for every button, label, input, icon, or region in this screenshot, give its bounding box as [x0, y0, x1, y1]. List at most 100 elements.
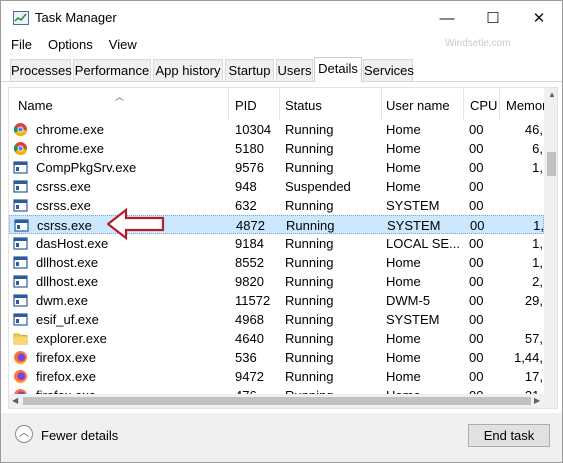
window-icon	[13, 160, 28, 175]
cell-name: dwm.exe	[36, 293, 89, 308]
cell-pid: 4968	[235, 312, 264, 327]
cell-user: Home	[386, 141, 421, 156]
window-icon	[13, 236, 28, 251]
cell-cpu: 00	[469, 369, 484, 384]
cell-pid: 632	[235, 198, 257, 213]
cell-cpu: 00	[469, 141, 484, 156]
cell-status: Running	[285, 331, 334, 346]
cell-status: Running	[285, 274, 334, 289]
cell-status: Running	[285, 236, 334, 251]
cell-mem: 1,	[532, 160, 543, 175]
vertical-scrollbar[interactable]: ▲	[544, 88, 557, 394]
folder-icon	[13, 331, 28, 346]
cell-pid: 9820	[235, 274, 264, 289]
cell-pid: 10304	[235, 122, 272, 137]
footer-bar: ︿ Fewer details End task	[1, 413, 562, 462]
watermark: Windsetle.com	[445, 38, 511, 49]
table-row[interactable]: explorer.exe 4640 Running Home 00 57,	[9, 329, 544, 348]
scroll-left-icon[interactable]: ◀	[12, 396, 18, 405]
column-header-name[interactable]: ︿ Name	[9, 88, 229, 120]
cell-name: chrome.exe	[36, 122, 104, 137]
cell-cpu: 00	[469, 236, 484, 251]
tab-strip: Processes Performance App history Startu…	[1, 57, 562, 82]
tab-startup[interactable]: Startup	[225, 59, 274, 81]
cell-cpu: 00	[469, 350, 484, 365]
cell-cpu: 00	[469, 255, 484, 270]
cell-pid: 536	[235, 350, 257, 365]
table-row[interactable]: csrss.exe 632 Running SYSTEM 00	[9, 196, 544, 215]
menu-view[interactable]: View	[99, 35, 143, 55]
cell-user: SYSTEM	[387, 218, 441, 233]
table-row[interactable]: dwm.exe 11572 Running DWM-5 00 29,	[9, 291, 544, 310]
tab-services[interactable]: Services	[363, 59, 414, 81]
cell-user: Home	[386, 369, 421, 384]
tab-users[interactable]: Users	[276, 59, 313, 81]
table-row[interactable]: dllhost.exe 9820 Running Home 00 2,	[9, 272, 544, 291]
tab-details[interactable]: Details	[314, 57, 362, 82]
table-row[interactable]: chrome.exe 10304 Running Home 00 46,	[9, 120, 544, 139]
cell-name: csrss.exe	[36, 179, 91, 194]
firefox-icon	[13, 369, 28, 384]
horizontal-scrollbar[interactable]: ◀ ▶	[9, 394, 544, 408]
table-row[interactable]: esif_uf.exe 4968 Running SYSTEM 00	[9, 310, 544, 329]
scroll-right-icon[interactable]: ▶	[534, 396, 540, 405]
column-header-user-name[interactable]: User name	[382, 88, 464, 120]
cell-pid: 4872	[236, 218, 265, 233]
close-button[interactable]: ✕	[516, 1, 562, 35]
cell-user: Home	[386, 179, 421, 194]
task-manager-window: Task Manager — ☐ ✕ Windsetle.com File Op…	[0, 0, 563, 463]
menu-file[interactable]: File	[1, 35, 38, 55]
cell-mem: 1,44,	[514, 350, 543, 365]
cell-mem: 6,	[532, 141, 543, 156]
scroll-up-icon[interactable]: ▲	[548, 90, 556, 99]
chrome-icon	[13, 141, 28, 156]
end-task-button[interactable]: End task	[468, 424, 550, 447]
window-icon	[14, 218, 29, 233]
firefox-icon	[13, 350, 28, 365]
tab-app-history[interactable]: App history	[153, 59, 223, 81]
table-row[interactable]: chrome.exe 5180 Running Home 00 6,	[9, 139, 544, 158]
window-title: Task Manager	[35, 10, 117, 25]
cell-mem: 1,	[532, 255, 543, 270]
maximize-button[interactable]: ☐	[470, 1, 516, 35]
cell-user: Home	[386, 255, 421, 270]
tab-processes[interactable]: Processes	[10, 59, 72, 81]
fewer-details-link[interactable]: Fewer details	[41, 428, 118, 443]
chevron-up-icon[interactable]: ︿	[15, 425, 33, 443]
table-row[interactable]: dllhost.exe 8552 Running Home 00 1,	[9, 253, 544, 272]
cell-cpu: 00	[469, 331, 484, 346]
tab-performance[interactable]: Performance	[73, 59, 151, 81]
cell-mem: 46,	[524, 122, 543, 137]
table-row[interactable]: firefox.exe 536 Running Home 00 1,44,	[9, 348, 544, 367]
column-header-pid[interactable]: PID	[229, 88, 280, 120]
cell-name: dllhost.exe	[36, 255, 99, 270]
table-row[interactable]: CompPkgSrv.exe 9576 Running Home 00 1,	[9, 158, 544, 177]
window-icon	[13, 198, 28, 213]
cell-mem: 57,	[524, 331, 543, 346]
window-icon	[13, 312, 28, 327]
cell-user: SYSTEM	[386, 198, 440, 213]
cell-mem: 17,	[524, 369, 543, 384]
table-row[interactable]: dasHost.exe 9184 Running LOCAL SE... 00 1,	[9, 234, 544, 253]
cell-user: Home	[386, 331, 421, 346]
table-row[interactable]: csrss.exe 948 Suspended Home 00	[9, 177, 544, 196]
cell-user: LOCAL SE...	[386, 236, 460, 251]
cell-user: Home	[386, 160, 421, 175]
title-bar[interactable]: Task Manager — ☐ ✕	[1, 1, 562, 35]
cell-pid: 8552	[235, 255, 264, 270]
vertical-scroll-thumb[interactable]	[547, 152, 556, 176]
column-header-memory[interactable]: Memor	[500, 88, 546, 120]
column-header-cpu[interactable]: CPU	[464, 88, 500, 120]
column-header-status[interactable]: Status	[280, 88, 382, 120]
table-row-selected[interactable]: csrss.exe 4872 Running SYSTEM 00 1,	[9, 215, 544, 234]
cell-pid: 9576	[235, 160, 264, 175]
cell-mem: 29,	[524, 293, 543, 308]
cell-status: Running	[285, 198, 334, 213]
minimize-button[interactable]: —	[424, 1, 470, 35]
menu-options[interactable]: Options	[38, 35, 99, 55]
cell-status: Running	[285, 255, 334, 270]
cell-pid: 9472	[235, 369, 264, 384]
table-row[interactable]: firefox.exe 9472 Running Home 00 17,	[9, 367, 544, 386]
cell-cpu: 00	[469, 179, 484, 194]
horizontal-scroll-thumb[interactable]	[23, 397, 531, 405]
